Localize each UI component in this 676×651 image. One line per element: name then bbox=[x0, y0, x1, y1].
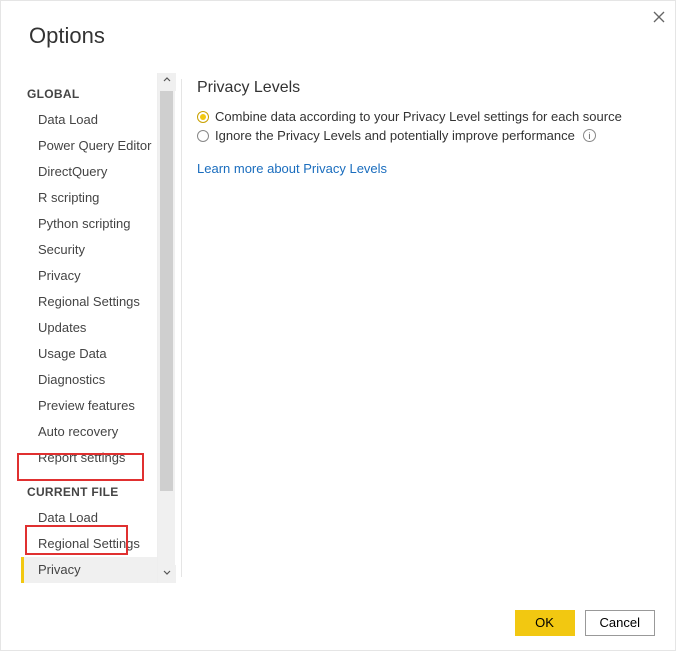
chevron-down-icon bbox=[163, 568, 171, 576]
radio-icon bbox=[197, 111, 209, 123]
sidebar-item[interactable]: Python scripting bbox=[21, 211, 167, 237]
sidebar-item[interactable]: DirectQuery bbox=[21, 159, 167, 185]
sidebar-item[interactable]: Regional Settings bbox=[21, 531, 167, 557]
learn-more-link[interactable]: Learn more about Privacy Levels bbox=[197, 161, 387, 176]
sidebar-item[interactable]: Report settings bbox=[21, 445, 167, 471]
scroll-thumb[interactable] bbox=[160, 91, 173, 491]
chevron-up-icon bbox=[163, 76, 171, 84]
scroll-up-arrow[interactable] bbox=[158, 73, 176, 91]
radio-label: Combine data according to your Privacy L… bbox=[215, 109, 622, 124]
sidebar-item[interactable]: R scripting bbox=[21, 185, 167, 211]
close-icon bbox=[653, 11, 665, 23]
info-icon[interactable]: i bbox=[583, 129, 596, 142]
sidebar-item[interactable]: Data Load bbox=[21, 505, 167, 531]
sidebar-item[interactable]: Data Load bbox=[21, 107, 167, 133]
sidebar-item[interactable]: Updates bbox=[21, 315, 167, 341]
sidebar-item[interactable]: Auto recovery bbox=[21, 419, 167, 445]
radio-icon bbox=[197, 130, 209, 142]
sidebar-item[interactable]: Power Query Editor bbox=[21, 133, 167, 159]
scroll-track[interactable] bbox=[158, 91, 175, 565]
cancel-button[interactable]: Cancel bbox=[585, 610, 655, 636]
privacy-option-combine[interactable]: Combine data according to your Privacy L… bbox=[197, 107, 651, 126]
sidebar: GLOBALData LoadPower Query EditorDirectQ… bbox=[21, 73, 171, 583]
sidebar-section-header: GLOBAL bbox=[21, 73, 167, 107]
sidebar-item[interactable]: Privacy bbox=[21, 263, 167, 289]
scroll-down-arrow[interactable] bbox=[158, 565, 176, 583]
content-pane: Privacy Levels Combine data according to… bbox=[197, 79, 651, 580]
sidebar-item[interactable]: Regional Settings bbox=[21, 289, 167, 315]
sidebar-item[interactable]: Security bbox=[21, 237, 167, 263]
vertical-divider bbox=[181, 79, 182, 577]
sidebar-item[interactable]: Diagnostics bbox=[21, 367, 167, 393]
sidebar-item[interactable]: Preview features bbox=[21, 393, 167, 419]
sidebar-item[interactable]: Privacy bbox=[21, 557, 167, 583]
privacy-option-ignore[interactable]: Ignore the Privacy Levels and potentiall… bbox=[197, 126, 651, 145]
close-button[interactable] bbox=[647, 9, 665, 27]
radio-label: Ignore the Privacy Levels and potentiall… bbox=[215, 128, 575, 143]
content-heading: Privacy Levels bbox=[197, 79, 651, 97]
ok-button[interactable]: OK bbox=[515, 610, 575, 636]
dialog-title: Options bbox=[29, 23, 105, 49]
sidebar-scrollbar[interactable] bbox=[157, 73, 175, 583]
sidebar-section-header: CURRENT FILE bbox=[21, 471, 167, 505]
sidebar-item[interactable]: Usage Data bbox=[21, 341, 167, 367]
dialog-footer: OK Cancel bbox=[515, 610, 655, 636]
